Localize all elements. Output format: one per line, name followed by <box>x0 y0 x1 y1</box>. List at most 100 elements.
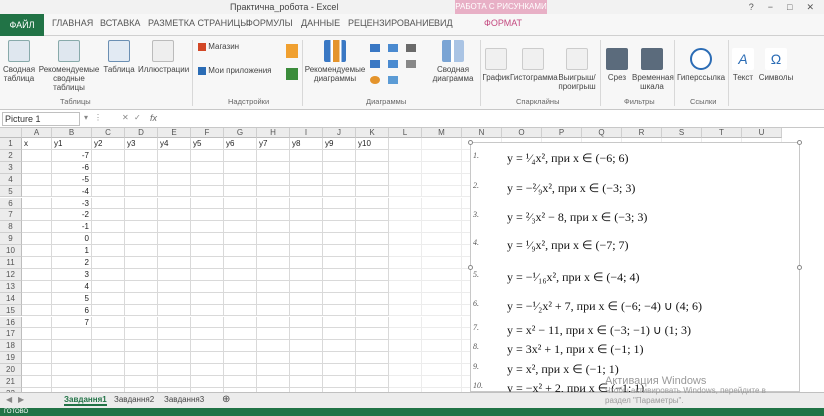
cell[interactable] <box>125 197 158 210</box>
cell[interactable] <box>191 268 224 281</box>
row-header[interactable]: 21 <box>0 376 22 388</box>
cell[interactable] <box>92 197 125 210</box>
cell[interactable] <box>191 221 224 234</box>
row-header[interactable]: 16 <box>0 316 22 329</box>
sheet-tab-3[interactable]: Завдання3 <box>164 395 204 404</box>
cell[interactable] <box>323 328 356 341</box>
cell[interactable] <box>257 209 290 222</box>
cell[interactable] <box>323 185 356 198</box>
cell[interactable] <box>323 304 356 317</box>
other-chart-icon[interactable] <box>388 76 398 84</box>
maximize-button[interactable]: □ <box>787 2 792 13</box>
hierarchy-chart-icon[interactable] <box>406 44 416 52</box>
resize-handle[interactable] <box>797 140 802 145</box>
cell[interactable] <box>290 257 323 269</box>
cell[interactable] <box>389 161 422 174</box>
cell[interactable] <box>22 304 52 317</box>
cell[interactable] <box>191 197 224 210</box>
sparkline-line-button[interactable]: График <box>482 48 510 82</box>
sheet-tab-2[interactable]: Завдання2 <box>114 395 154 404</box>
sparkline-winloss-button[interactable]: Выигрыш/ проигрыш <box>556 48 598 91</box>
cell[interactable] <box>422 304 462 317</box>
close-button[interactable]: ✕ <box>806 2 814 13</box>
cell[interactable] <box>422 280 462 293</box>
cell[interactable] <box>389 245 422 257</box>
cell[interactable] <box>191 257 224 269</box>
cell[interactable] <box>92 268 125 281</box>
row-header[interactable]: 11 <box>0 257 22 269</box>
cell[interactable] <box>92 209 125 222</box>
slicer-button[interactable]: Срез <box>602 48 632 82</box>
row-header[interactable]: 8 <box>0 221 22 234</box>
cell[interactable] <box>158 364 191 376</box>
cell[interactable] <box>389 376 422 388</box>
tab-home[interactable]: ГЛАВНАЯ <box>52 18 93 28</box>
cell[interactable] <box>290 197 323 210</box>
cell[interactable] <box>422 352 462 365</box>
pivot-chart-button[interactable]: Сводная диаграмма <box>428 40 478 83</box>
cell[interactable] <box>389 292 422 305</box>
cell[interactable] <box>290 352 323 365</box>
cell[interactable] <box>224 173 257 186</box>
cell[interactable]: y5 <box>191 138 224 150</box>
insert-function-button[interactable]: fx <box>150 113 157 123</box>
store-button[interactable]: Магазин <box>198 42 268 51</box>
cell[interactable] <box>323 173 356 186</box>
cell[interactable] <box>191 364 224 376</box>
row-header[interactable]: 14 <box>0 292 22 305</box>
cell[interactable] <box>257 185 290 198</box>
cell[interactable] <box>389 328 422 341</box>
cell[interactable] <box>389 138 422 150</box>
cell[interactable] <box>389 197 422 210</box>
cell[interactable] <box>389 280 422 293</box>
people-graph-icon[interactable] <box>286 68 298 80</box>
column-header[interactable]: N <box>462 128 502 138</box>
cell[interactable] <box>125 185 158 198</box>
row-header[interactable]: 10 <box>0 245 22 257</box>
cell[interactable] <box>92 280 125 293</box>
cell[interactable]: 2 <box>52 257 92 269</box>
cell[interactable] <box>224 149 257 162</box>
cell[interactable] <box>125 280 158 293</box>
column-header[interactable]: T <box>702 128 742 138</box>
cell[interactable] <box>22 280 52 293</box>
scroll-right-icon[interactable]: ▶ <box>18 395 24 404</box>
cell[interactable] <box>158 304 191 317</box>
cell[interactable] <box>422 185 462 198</box>
column-header[interactable]: K <box>356 128 389 138</box>
sparkline-column-button[interactable]: Гистограмма <box>510 48 558 82</box>
cell[interactable] <box>92 328 125 341</box>
cell[interactable] <box>422 233 462 246</box>
cell[interactable] <box>257 173 290 186</box>
chart-type-gallery[interactable] <box>370 44 418 88</box>
cell[interactable] <box>224 292 257 305</box>
column-header[interactable]: L <box>389 128 422 138</box>
help-button[interactable]: ? <box>749 2 754 13</box>
cell[interactable] <box>422 209 462 222</box>
cell[interactable]: 7 <box>52 316 92 329</box>
cell[interactable] <box>290 304 323 317</box>
row-header[interactable]: 5 <box>0 185 22 198</box>
row-header[interactable]: 3 <box>0 161 22 174</box>
cell[interactable] <box>323 364 356 376</box>
cell[interactable] <box>290 209 323 222</box>
cell[interactable] <box>158 376 191 388</box>
add-sheet-button[interactable]: ⊕ <box>222 394 230 405</box>
cell[interactable] <box>191 233 224 246</box>
cell[interactable] <box>257 292 290 305</box>
cell[interactable] <box>356 292 389 305</box>
cell[interactable] <box>422 376 462 388</box>
column-header[interactable]: J <box>323 128 356 138</box>
cell[interactable] <box>158 221 191 234</box>
cell[interactable] <box>158 268 191 281</box>
cell[interactable] <box>356 280 389 293</box>
area-chart-icon[interactable] <box>388 60 398 68</box>
cell[interactable] <box>158 245 191 257</box>
cell[interactable] <box>191 352 224 365</box>
cell[interactable] <box>257 233 290 246</box>
tab-page-layout[interactable]: РАЗМЕТКА СТРАНИЦЫ <box>148 18 248 28</box>
cell[interactable] <box>356 149 389 162</box>
cell[interactable] <box>389 304 422 317</box>
cell[interactable] <box>158 197 191 210</box>
cell[interactable] <box>125 221 158 234</box>
